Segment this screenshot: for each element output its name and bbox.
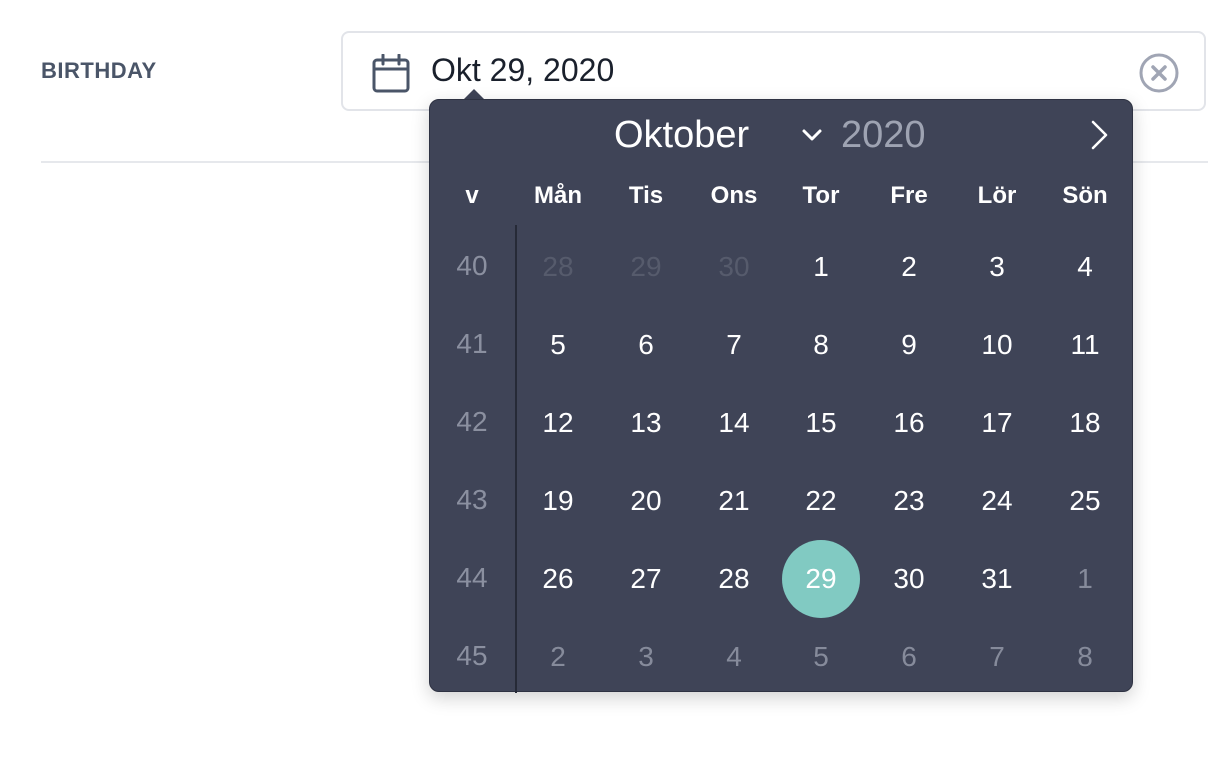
day-cell[interactable]: 30 bbox=[695, 228, 773, 306]
day-cell[interactable]: 8 bbox=[782, 306, 860, 384]
birthday-label: BIRTHDAY bbox=[41, 58, 157, 83]
week-number: 43 bbox=[456, 484, 488, 515]
day-cell[interactable]: 3 bbox=[958, 228, 1036, 306]
week-number: 40 bbox=[456, 250, 488, 281]
close-circle-icon[interactable] bbox=[1138, 52, 1180, 94]
day-cell[interactable]: 19 bbox=[519, 462, 597, 540]
calendar-icon bbox=[372, 54, 410, 93]
week-number: 44 bbox=[456, 562, 488, 593]
day-cell[interactable]: 11 bbox=[1046, 306, 1124, 384]
day-cell[interactable]: 6 bbox=[870, 618, 948, 696]
day-cell[interactable]: 1 bbox=[782, 228, 860, 306]
day-cell[interactable]: 7 bbox=[695, 306, 773, 384]
day-cell[interactable]: 10 bbox=[958, 306, 1036, 384]
day-cell[interactable]: 1 bbox=[1046, 540, 1124, 618]
day-cell[interactable]: 2 bbox=[519, 618, 597, 696]
day-cell[interactable]: 18 bbox=[1046, 384, 1124, 462]
day-cell[interactable]: 20 bbox=[607, 462, 685, 540]
day-cell[interactable]: 21 bbox=[695, 462, 773, 540]
weekday-header: Fre bbox=[890, 182, 928, 209]
week-number-header: v bbox=[465, 182, 479, 209]
day-cell[interactable]: 7 bbox=[958, 618, 1036, 696]
date-picker-popup: Oktober 2020 v 40 28 29 30 1 2 3 4 41 5 6 7 8 9 10 11 42… bbox=[429, 99, 1133, 693]
day-cell[interactable]: 24 bbox=[958, 462, 1036, 540]
day-cell[interactable]: 22 bbox=[782, 462, 860, 540]
weekday-header: Mån bbox=[534, 182, 582, 209]
day-cell[interactable]: 28 bbox=[519, 228, 597, 306]
day-cell[interactable]: 6 bbox=[607, 306, 685, 384]
week-number: 45 bbox=[456, 640, 488, 671]
chevron-down-icon[interactable] bbox=[800, 125, 824, 145]
weekday-header: Sön bbox=[1062, 182, 1108, 209]
day-cell[interactable]: 14 bbox=[695, 384, 773, 462]
week-column-divider bbox=[515, 225, 517, 693]
week-number: 42 bbox=[456, 406, 488, 437]
day-cell[interactable]: 31 bbox=[958, 540, 1036, 618]
selected-day[interactable]: 29 bbox=[782, 540, 860, 618]
day-cell[interactable]: 16 bbox=[870, 384, 948, 462]
page: BIRTHDAY Okt 29, 2020 Oktober 2020 v 40 2… bbox=[0, 0, 1232, 762]
day-cell[interactable]: 26 bbox=[519, 540, 597, 618]
day-cell[interactable]: 17 bbox=[958, 384, 1036, 462]
day-cell[interactable]: 27 bbox=[607, 540, 685, 618]
day-cell[interactable]: 15 bbox=[782, 384, 860, 462]
date-value[interactable]: Okt 29, 2020 bbox=[431, 52, 614, 89]
weekday-header: Ons bbox=[710, 182, 758, 209]
day-cell[interactable]: 28 bbox=[695, 540, 773, 618]
chevron-right-icon[interactable] bbox=[1086, 118, 1112, 152]
day-cell[interactable]: 25 bbox=[1046, 462, 1124, 540]
year-input[interactable]: 2020 bbox=[841, 114, 926, 157]
day-cell[interactable]: 5 bbox=[782, 618, 860, 696]
day-cell[interactable]: 5 bbox=[519, 306, 597, 384]
day-cell[interactable]: 2 bbox=[870, 228, 948, 306]
day-cell[interactable]: 30 bbox=[870, 540, 948, 618]
day-cell[interactable]: 13 bbox=[607, 384, 685, 462]
day-cell[interactable]: 4 bbox=[1046, 228, 1124, 306]
weekday-header: Tor bbox=[802, 182, 840, 209]
day-cell[interactable]: 3 bbox=[607, 618, 685, 696]
day-cell[interactable]: 4 bbox=[695, 618, 773, 696]
day-cell[interactable]: 12 bbox=[519, 384, 597, 462]
day-cell[interactable]: 29 bbox=[607, 228, 685, 306]
weekday-header: Tis bbox=[628, 182, 664, 209]
day-cell[interactable]: 9 bbox=[870, 306, 948, 384]
month-select[interactable]: Oktober bbox=[614, 114, 749, 157]
day-cell[interactable]: 23 bbox=[870, 462, 948, 540]
day-cell[interactable]: 8 bbox=[1046, 618, 1124, 696]
weekday-header: Lör bbox=[977, 182, 1017, 209]
week-number: 41 bbox=[456, 328, 488, 359]
